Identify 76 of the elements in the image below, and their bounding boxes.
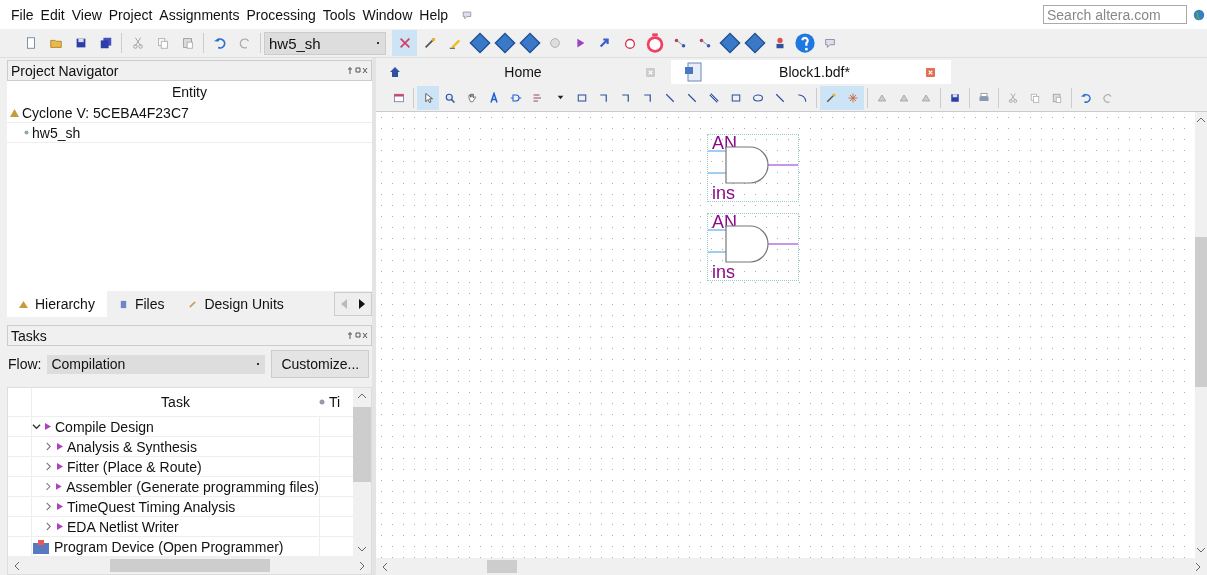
scrollbar-thumb[interactable] (486, 560, 517, 573)
chevron-right-icon[interactable] (44, 442, 53, 451)
task-item[interactable]: Analysis & Synthesis (67, 438, 197, 455)
instance-name: ins (712, 264, 736, 278)
panel-controls-icon[interactable] (348, 332, 368, 339)
diamond-icon[interactable] (742, 30, 767, 56)
column-header: Entity (171, 83, 208, 102)
diamond-icon[interactable] (517, 30, 542, 56)
chevron-right-icon[interactable] (44, 522, 53, 531)
vertical-scrollbar[interactable] (353, 388, 371, 557)
diamond-icon[interactable] (492, 30, 517, 56)
scrollbar-thumb[interactable] (109, 559, 270, 572)
play-icon (57, 523, 63, 530)
diamond-icon[interactable] (467, 30, 492, 56)
chevron-down-icon[interactable] (32, 422, 41, 431)
play-icon (57, 503, 63, 510)
tree-item[interactable]: hw5_sh (32, 124, 81, 141)
menu-item[interactable]: File (11, 6, 34, 23)
scrollbar-thumb[interactable] (353, 407, 371, 482)
flow-label: Flow: (8, 356, 42, 372)
play-icon (45, 423, 51, 430)
tab[interactable]: Hierarchy (7, 291, 107, 317)
menu-item[interactable]: Processing (246, 6, 316, 23)
panel-title: Tasks (11, 327, 47, 344)
document-tab[interactable]: Block1.bdf* (671, 60, 951, 84)
spark-icon[interactable] (842, 85, 864, 110)
instance-name: ins (712, 185, 736, 199)
left-arrow-icon (341, 299, 347, 309)
column-header: Task (160, 394, 191, 410)
chevron-right-icon[interactable] (44, 462, 53, 471)
task-item[interactable]: TimeQuest Timing Analysis (67, 498, 236, 515)
file-icon (118, 299, 128, 309)
task-item[interactable]: Compile Design (55, 418, 154, 435)
flow-dropdown[interactable]: Compilation (47, 354, 266, 374)
task-item[interactable]: Assembler (Generate programming files) (66, 478, 319, 495)
globe-icon[interactable] (1193, 8, 1205, 21)
project-dropdown[interactable]: hw5_sh (264, 31, 386, 55)
menu-item[interactable]: Tools (322, 6, 356, 23)
menu-item[interactable]: Project (108, 6, 153, 23)
compile-icon[interactable] (392, 30, 417, 56)
diamond-icon[interactable] (717, 30, 742, 56)
wand-icon[interactable] (820, 85, 842, 110)
play-icon (57, 443, 63, 450)
column-header: Ti (329, 394, 341, 410)
panel-controls-icon[interactable] (348, 67, 368, 74)
menu-item[interactable]: Help (419, 6, 449, 23)
scrollbar-thumb[interactable] (1195, 237, 1207, 387)
menu-item[interactable]: Assignments (159, 6, 240, 23)
block-file-icon (685, 62, 703, 82)
task-item[interactable]: Program Device (Open Programmer) (54, 538, 284, 555)
customize-button[interactable]: Customize... (271, 350, 370, 378)
play-icon (57, 463, 63, 470)
pointer-icon[interactable] (417, 85, 439, 110)
pencil-icon (188, 299, 198, 309)
triangle-icon (19, 299, 28, 309)
programmer-icon (32, 539, 50, 554)
triangle-icon (10, 108, 19, 117)
task-item[interactable]: Fitter (Place & Route) (67, 458, 202, 475)
tree-item[interactable]: Cyclone V: 5CEBA4F23C7 (22, 104, 189, 121)
search-field[interactable]: Search altera.com (1043, 5, 1187, 24)
status-icon (319, 399, 325, 405)
close-icon[interactable] (926, 67, 935, 77)
menu-item[interactable]: View (71, 6, 102, 23)
menu-item[interactable]: Edit (40, 6, 65, 23)
pin-icon[interactable] (461, 8, 474, 21)
chevron-right-icon[interactable] (44, 502, 53, 511)
play-icon (56, 483, 63, 490)
task-item[interactable]: EDA Netlist Writer (67, 518, 179, 535)
bullet-icon (24, 130, 29, 135)
horizontal-scrollbar[interactable] (8, 557, 371, 574)
chevron-right-icon[interactable] (44, 482, 53, 491)
right-arrow-icon (359, 299, 365, 309)
home-icon (390, 67, 400, 77)
help-icon[interactable] (792, 30, 817, 56)
menu-item[interactable]: Window (362, 6, 413, 23)
panel-title: Project Navigator (11, 62, 119, 79)
